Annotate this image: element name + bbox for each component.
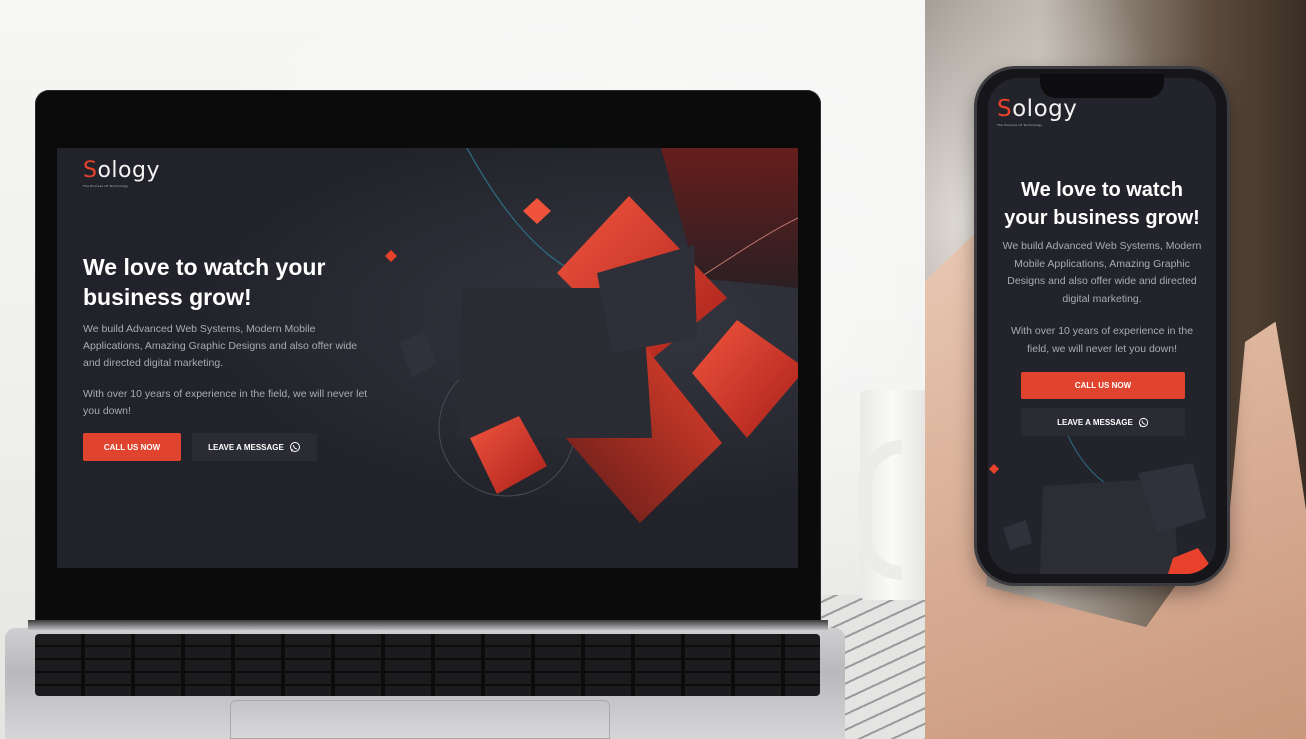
leave-message-label: LEAVE A MESSAGE	[208, 442, 284, 452]
phone-hero-title: We love to watch your business grow!	[988, 176, 1216, 232]
whatsapp-icon	[289, 442, 300, 452]
laptop-keyboard	[35, 634, 820, 696]
hero-paragraph-2: With over 10 years of experience in the …	[83, 388, 368, 417]
mug-handle	[858, 440, 902, 580]
laptop-hinge	[28, 620, 828, 630]
phone-hero-paragraph-2: With over 10 years of experience in the …	[1010, 325, 1194, 355]
phone-hero-title-line1: We love to watch	[1021, 179, 1183, 201]
red-square-small-top	[523, 198, 551, 224]
phone-hero-paragraph-1: We build Advanced Web Systems, Modern Mo…	[1002, 240, 1202, 305]
phone-site-logo[interactable]: Sology The Evolves Of Technology	[997, 96, 1077, 127]
phone-logo-rest: ology	[1012, 96, 1078, 122]
hero-title: We love to watch your business grow!	[83, 252, 325, 312]
phone-leave-message-button[interactable]: LEAVE A MESSAGE	[1021, 408, 1185, 436]
leave-message-button[interactable]: LEAVE A MESSAGE	[192, 433, 317, 461]
red-diamond-right	[692, 320, 798, 438]
red-square-tiny-left	[385, 250, 397, 262]
phone-red-dot	[989, 464, 999, 474]
dark-square-small	[400, 331, 437, 378]
phone-logo-s: S	[997, 96, 1013, 122]
phone-logo-tagline: The Evolves Of Technology	[997, 123, 1043, 127]
site-logo[interactable]: Sology The Evolves Of Technology	[83, 158, 160, 188]
logo-tagline: The Evolves Of Technology	[83, 184, 129, 188]
laptop-screen-website: Sology The Evolves Of Technology We love…	[57, 148, 798, 568]
laptop-trackpad	[230, 700, 610, 739]
phone-notch	[1040, 74, 1164, 98]
phone-screen-website: Sology The Evolves Of Technology We love…	[988, 78, 1216, 574]
hero-title-line1: We love to watch your	[83, 254, 326, 280]
hero-title-line2: business grow!	[83, 284, 252, 310]
logo-rest: ology	[97, 158, 160, 183]
hero-paragraph-1: We build Advanced Web Systems, Modern Mo…	[83, 323, 358, 369]
phone-hero-title-line2: your business grow!	[1004, 207, 1200, 229]
call-us-button[interactable]: CALL US NOW	[83, 433, 181, 461]
logo-s: S	[83, 158, 98, 183]
phone-whatsapp-icon	[1138, 417, 1148, 427]
phone-leave-message-label: LEAVE A MESSAGE	[1057, 417, 1133, 427]
phone-call-us-button[interactable]: CALL US NOW	[1021, 372, 1185, 399]
phone-dark-square-small	[1003, 520, 1032, 550]
